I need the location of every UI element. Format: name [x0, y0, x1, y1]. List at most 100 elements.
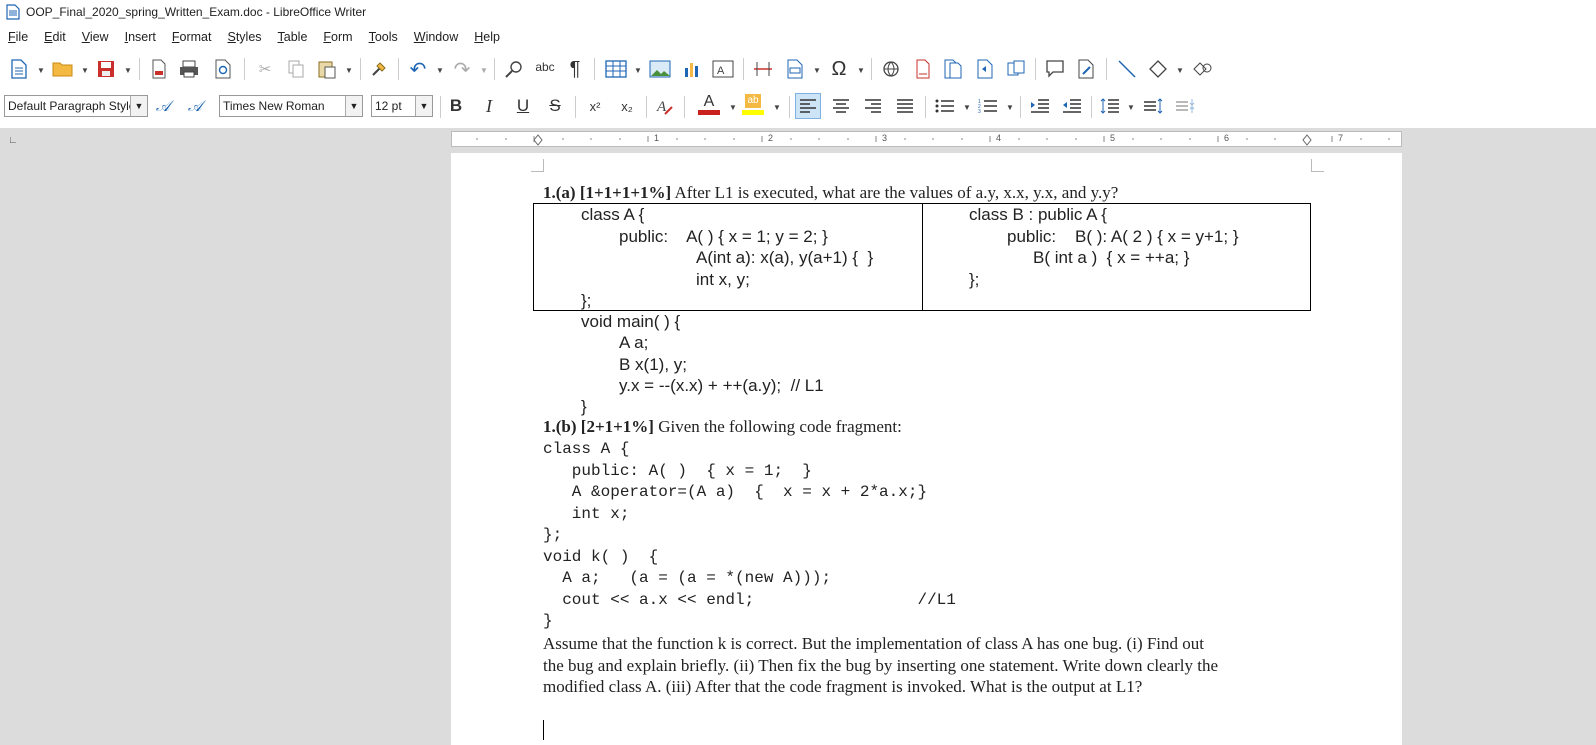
spelling-icon[interactable]: abc [532, 54, 558, 80]
code-line: B( int a ) { x = ++a; } [1033, 248, 1190, 267]
menu-edit[interactable]: Edit [36, 30, 74, 44]
chevron-down-icon[interactable]: ▼ [130, 96, 147, 116]
insert-textbox-icon[interactable]: A [710, 56, 736, 82]
font-color-button[interactable]: A [696, 91, 722, 117]
basic-shapes-icon[interactable] [1145, 56, 1171, 82]
insert-chart-icon[interactable] [679, 56, 705, 82]
decrease-paragraph-spacing-icon[interactable] [1172, 93, 1198, 119]
svg-text:A: A [717, 65, 725, 77]
highlight-color-button[interactable]: ab [740, 91, 766, 117]
ruler-number: 1 [654, 133, 660, 143]
page-margin-marker [1311, 159, 1324, 172]
cut-icon[interactable]: ✂ [252, 56, 278, 82]
menu-tools[interactable]: Tools [361, 30, 406, 44]
clear-formatting-icon[interactable]: A [652, 93, 678, 119]
line-spacing-icon[interactable] [1097, 93, 1123, 119]
paragraph-style-select[interactable]: Default Paragraph Style ▼ [4, 95, 148, 117]
code-line: class B : public A { [969, 205, 1107, 224]
formatting-marks-icon[interactable]: ¶ [562, 56, 588, 82]
draw-functions-icon[interactable] [1189, 56, 1215, 82]
new-document-icon[interactable] [6, 56, 32, 82]
cross-reference-icon[interactable] [972, 56, 998, 82]
update-style-icon[interactable]: 𝒜 [150, 93, 176, 119]
chevron-down-icon[interactable]: ▼ [729, 103, 737, 112]
chevron-down-icon[interactable]: ▼ [436, 66, 444, 75]
print-icon[interactable] [176, 56, 202, 82]
hyperlink-icon[interactable] [878, 56, 904, 82]
chevron-down-icon[interactable]: ▼ [81, 66, 89, 75]
insert-field-icon[interactable] [782, 56, 808, 82]
chevron-down-icon[interactable]: ▼ [634, 66, 642, 75]
underline-button[interactable]: U [510, 93, 536, 119]
undo-icon[interactable]: ↶ [405, 56, 431, 82]
bold-button[interactable]: B [443, 93, 469, 119]
chevron-down-icon[interactable]: ▼ [345, 96, 362, 116]
copy-icon[interactable] [283, 56, 309, 82]
special-character-icon[interactable]: Ω [826, 56, 852, 82]
unordered-list-icon[interactable] [932, 93, 958, 119]
tab-stop-selector-icon[interactable]: ∟ [8, 135, 18, 146]
horizontal-ruler[interactable]: 1 2 3 4 5 6 7 [451, 131, 1402, 147]
title-bar: OOP_Final_2020_spring_Written_Exam.doc -… [0, 0, 1596, 24]
chevron-down-icon[interactable]: ▼ [480, 66, 488, 75]
menu-insert[interactable]: Insert [117, 30, 164, 44]
svg-text:3: 3 [978, 109, 981, 114]
ordered-list-icon[interactable]: 123 [975, 93, 1001, 119]
endnote-icon[interactable] [940, 56, 966, 82]
menu-format[interactable]: Format [164, 30, 220, 44]
chevron-down-icon[interactable]: ▼ [37, 66, 45, 75]
font-size-select[interactable]: 12 pt ▼ [371, 95, 433, 117]
align-left-icon[interactable] [795, 93, 821, 119]
chevron-down-icon[interactable]: ▼ [124, 66, 132, 75]
superscript-button[interactable]: x² [582, 93, 608, 119]
text-cursor [543, 720, 544, 740]
insert-table-icon[interactable] [603, 56, 629, 82]
decrease-indent-icon[interactable] [1059, 93, 1085, 119]
clone-formatting-icon[interactable] [366, 56, 392, 82]
paste-icon[interactable] [314, 56, 340, 82]
menu-help[interactable]: Help [466, 30, 508, 44]
redo-icon[interactable]: ↷ [449, 56, 475, 82]
chevron-down-icon[interactable]: ▼ [1176, 66, 1184, 75]
chevron-down-icon[interactable]: ▼ [1006, 103, 1014, 112]
menu-view[interactable]: View [74, 30, 117, 44]
page-break-icon[interactable] [750, 56, 776, 82]
menu-form[interactable]: Form [315, 30, 360, 44]
align-center-icon[interactable] [828, 93, 854, 119]
chevron-down-icon[interactable]: ▼ [345, 66, 353, 75]
menu-file[interactable]: File [0, 30, 36, 44]
footnote-icon[interactable] [910, 56, 936, 82]
new-style-icon[interactable]: 𝒜 [182, 93, 208, 119]
strikethrough-button[interactable]: S [542, 93, 568, 119]
export-pdf-icon[interactable] [146, 56, 172, 82]
separator [244, 58, 245, 80]
increase-indent-icon[interactable] [1027, 93, 1053, 119]
align-right-icon[interactable] [860, 93, 886, 119]
chevron-down-icon[interactable]: ▼ [857, 66, 865, 75]
chevron-down-icon[interactable]: ▼ [1127, 103, 1135, 112]
track-changes-icon[interactable] [1073, 56, 1099, 82]
question-1a: 1.(a) [1+1+1+1%] After L1 is executed, w… [543, 183, 1118, 203]
font-name-select[interactable]: Times New Roman ▼ [219, 95, 363, 117]
comment-icon[interactable] [1042, 56, 1068, 82]
find-replace-icon[interactable] [501, 56, 527, 82]
separator [494, 58, 495, 80]
menu-styles[interactable]: Styles [219, 30, 269, 44]
increase-paragraph-spacing-icon[interactable] [1140, 93, 1166, 119]
insert-line-icon[interactable] [1114, 56, 1140, 82]
menu-table[interactable]: Table [270, 30, 316, 44]
italic-button[interactable]: I [476, 93, 502, 119]
print-preview-icon[interactable] [210, 56, 236, 82]
code-line: A(int a): x(a), y(a+1) { } [696, 248, 874, 267]
justify-icon[interactable] [892, 93, 918, 119]
chevron-down-icon[interactable]: ▼ [415, 96, 432, 116]
bookmark-icon[interactable] [1003, 56, 1029, 82]
menu-window[interactable]: Window [406, 30, 466, 44]
subscript-button[interactable]: x₂ [614, 93, 640, 119]
save-icon[interactable] [93, 56, 119, 82]
insert-image-icon[interactable] [647, 56, 673, 82]
chevron-down-icon[interactable]: ▼ [963, 103, 971, 112]
chevron-down-icon[interactable]: ▼ [813, 66, 821, 75]
open-folder-icon[interactable] [50, 56, 76, 82]
chevron-down-icon[interactable]: ▼ [773, 103, 781, 112]
